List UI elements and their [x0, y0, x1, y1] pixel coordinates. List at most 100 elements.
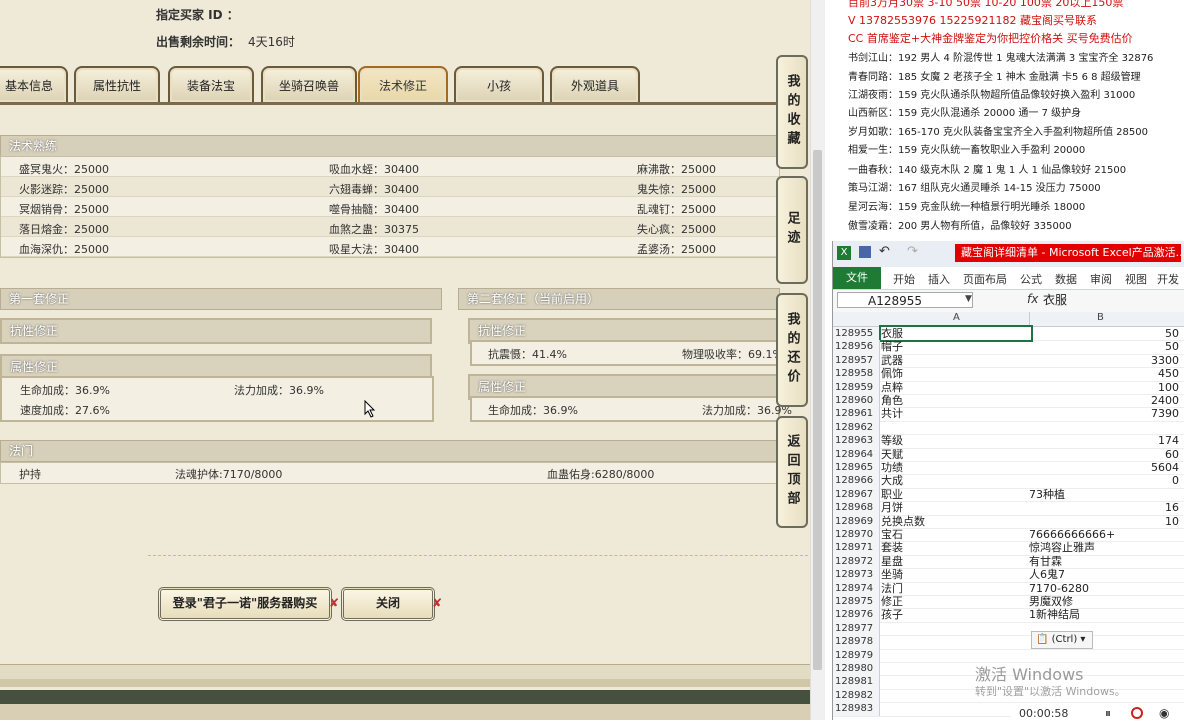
row-number[interactable]: 128970: [833, 528, 880, 542]
row-number[interactable]: 128974: [833, 581, 880, 595]
tab-equipment[interactable]: 装备法宝: [168, 66, 254, 102]
cell-b[interactable]: 450: [1029, 367, 1179, 380]
scrollbar-thumb[interactable]: [813, 150, 822, 670]
save-icon[interactable]: [859, 246, 871, 258]
cell-b[interactable]: 惊鸿容止雅声: [1029, 541, 1179, 554]
sheet-row[interactable]: 128971 套装 惊鸿容止雅声: [833, 541, 1184, 556]
back-to-top-button[interactable]: 返回顶部: [776, 416, 808, 528]
cell-b[interactable]: 100: [1029, 381, 1179, 394]
cell-b[interactable]: 10: [1029, 515, 1179, 528]
cell-b[interactable]: 有甘霖: [1029, 555, 1179, 568]
cell-b[interactable]: 73种植: [1029, 488, 1179, 501]
cell-a[interactable]: 兑换点数: [881, 515, 1031, 528]
cell-a[interactable]: 点粹: [881, 381, 1031, 394]
row-number[interactable]: 128955: [833, 327, 880, 341]
row-number[interactable]: 128959: [833, 380, 880, 394]
sheet-row[interactable]: 128958 佩饰 450: [833, 367, 1184, 382]
sheet-row[interactable]: 128968 月饼 16: [833, 501, 1184, 516]
sheet-row[interactable]: 128969 兑换点数 10: [833, 514, 1184, 529]
ribbon-tab-review[interactable]: 审阅: [1090, 271, 1112, 287]
page-scrollbar[interactable]: [810, 0, 825, 720]
row-number[interactable]: 128971: [833, 541, 880, 555]
cell-a[interactable]: 星盘: [881, 555, 1031, 568]
sheet-row[interactable]: 128966 大成 0: [833, 474, 1184, 489]
sheet-row[interactable]: 128975 修正 男魔双修: [833, 595, 1184, 610]
close-button[interactable]: 关闭 ✘: [341, 587, 442, 621]
sheet-row[interactable]: 128963 等级 174: [833, 434, 1184, 449]
cell-a[interactable]: 套装: [881, 541, 1031, 554]
cell-a[interactable]: 修正: [881, 595, 1031, 608]
row-number[interactable]: 128961: [833, 407, 880, 421]
column-header-a[interactable]: A: [953, 312, 960, 323]
cell-a[interactable]: 衣服: [879, 324, 1033, 343]
row-number[interactable]: 128975: [833, 595, 880, 609]
row-number[interactable]: 128969: [833, 514, 880, 528]
row-number[interactable]: 128982: [833, 688, 880, 703]
sheet-row[interactable]: 128956 帽子 50: [833, 340, 1184, 355]
tab-appearance[interactable]: 外观道具: [550, 66, 640, 102]
sheet-row[interactable]: 128977: [833, 621, 1184, 637]
row-number[interactable]: 128983: [833, 702, 880, 716]
tab-attr-resist[interactable]: 属性抗性: [74, 66, 160, 102]
formula-input[interactable]: 衣服: [1043, 292, 1183, 308]
sheet-row[interactable]: 128973 坐骑 人6鬼7: [833, 568, 1184, 583]
row-number[interactable]: 128981: [833, 675, 880, 689]
cell-a[interactable]: 月饼: [881, 501, 1031, 514]
row-number[interactable]: 128978: [833, 635, 880, 649]
cell-b[interactable]: 1新神结局: [1029, 608, 1179, 621]
cell-a[interactable]: 帽子: [881, 340, 1031, 353]
row-number[interactable]: 128973: [833, 568, 880, 582]
row-number[interactable]: 128960: [833, 394, 880, 408]
ribbon-tab-insert[interactable]: 插入: [928, 271, 950, 287]
cell-b[interactable]: 76666666666+: [1029, 528, 1179, 541]
cell-b[interactable]: 人6鬼7: [1029, 568, 1179, 581]
sheet-row[interactable]: 128964 天赋 60: [833, 447, 1184, 462]
pause-icon[interactable]: ⏸: [1105, 706, 1111, 721]
cell-b[interactable]: 16: [1029, 501, 1179, 514]
sheet-row[interactable]: 128961 共计 7390: [833, 407, 1184, 422]
camera-icon[interactable]: ◉: [1159, 706, 1169, 720]
ribbon-tab-data[interactable]: 数据: [1055, 271, 1077, 287]
my-counter-offer-button[interactable]: 我的还价: [776, 293, 808, 407]
row-number[interactable]: 128980: [833, 662, 880, 676]
cell-b[interactable]: 7170-6280: [1029, 582, 1179, 595]
my-favorites-button[interactable]: 我的收藏: [776, 55, 808, 169]
cell-b[interactable]: 男魔双修: [1029, 595, 1179, 608]
cell-a[interactable]: 坐骑: [881, 568, 1031, 581]
sheet-row[interactable]: 128972 星盘 有甘霖: [833, 554, 1184, 570]
row-number[interactable]: 128963: [833, 434, 880, 448]
row-number[interactable]: 128956: [833, 340, 880, 354]
cell-a[interactable]: 天赋: [881, 448, 1031, 461]
cell-b[interactable]: 3300: [1029, 354, 1179, 367]
cell-a[interactable]: 等级: [881, 434, 1031, 447]
cell-a[interactable]: 职业: [881, 488, 1031, 501]
cell-b[interactable]: 0: [1029, 474, 1179, 487]
ribbon-tab-layout[interactable]: 页面布局: [963, 271, 1007, 287]
cell-b[interactable]: 5604: [1029, 461, 1179, 474]
chevron-down-icon[interactable]: ▼: [965, 294, 972, 304]
sheet-row[interactable]: 128955 衣服 50: [833, 324, 1184, 343]
cell-b[interactable]: 7390: [1029, 407, 1179, 420]
sheet-row[interactable]: 128974 法门 7170-6280: [833, 581, 1184, 596]
ribbon-tab-file[interactable]: 文件: [833, 267, 881, 289]
cell-b[interactable]: 174: [1029, 434, 1179, 447]
sheet-row[interactable]: 128960 角色 2400: [833, 394, 1184, 409]
undo-icon[interactable]: ↶: [879, 244, 890, 259]
ribbon-tab-formulas[interactable]: 公式: [1020, 271, 1042, 287]
column-header-b[interactable]: B: [1097, 312, 1104, 323]
tab-basic-info[interactable]: 基本信息: [0, 66, 68, 102]
tab-spell-mod[interactable]: 法术修正: [358, 66, 448, 102]
row-number[interactable]: 128972: [833, 554, 880, 569]
cell-b[interactable]: 60: [1029, 448, 1179, 461]
row-number[interactable]: 128968: [833, 501, 880, 515]
cell-a[interactable]: 佩饰: [881, 367, 1031, 380]
cell-b[interactable]: 50: [1029, 327, 1179, 340]
row-number[interactable]: 128958: [833, 367, 880, 381]
row-number[interactable]: 128966: [833, 474, 880, 488]
row-number[interactable]: 128965: [833, 461, 880, 475]
row-number[interactable]: 128964: [833, 447, 880, 461]
record-stop-icon[interactable]: [1131, 707, 1143, 719]
row-number[interactable]: 128976: [833, 608, 880, 622]
cell-a[interactable]: 法门: [881, 582, 1031, 595]
cell-a[interactable]: 共计: [881, 407, 1031, 420]
